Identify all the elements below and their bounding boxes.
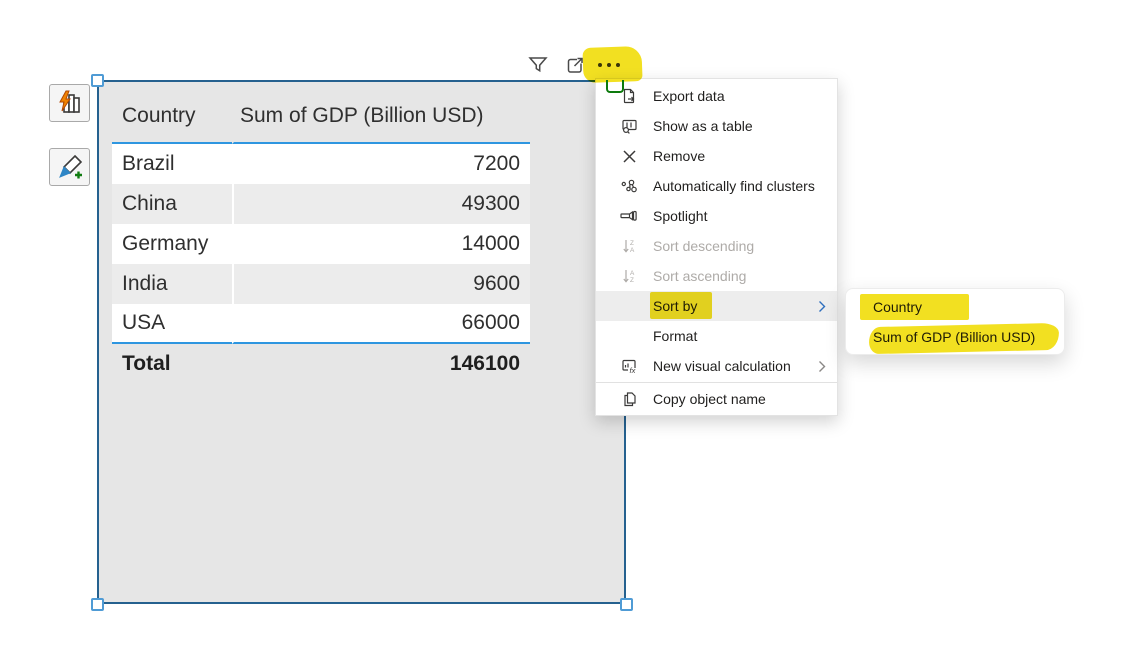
svg-text:Z: Z: [630, 277, 634, 284]
ellipsis-icon: [598, 63, 621, 68]
chevron-right-icon: [818, 360, 826, 373]
cell-value[interactable]: 9600: [232, 264, 530, 304]
submenu-item-gdp[interactable]: Sum of GDP (Billion USD): [846, 322, 1064, 352]
show-as-table-icon: [620, 118, 638, 134]
visual-options-menu: Export data Show as a table Remove: [595, 78, 838, 416]
focus-mode-button[interactable]: [562, 53, 586, 77]
green-focus-outline: [606, 80, 624, 93]
format-visual-button[interactable]: [49, 148, 90, 186]
menu-item-label: New visual calculation: [653, 358, 791, 374]
resize-handle-top-left[interactable]: [91, 74, 104, 87]
total-value: 146100: [232, 344, 530, 384]
more-options-button[interactable]: [594, 53, 624, 77]
menu-item-label: Spotlight: [653, 208, 707, 224]
svg-text:fx: fx: [629, 366, 635, 374]
table-total-row: Total 146100: [112, 344, 530, 384]
menu-item-sort-ascending: A Z Sort ascending: [596, 261, 837, 291]
table-header-row: Country Sum of GDP (Billion USD): [112, 90, 530, 144]
copy-icon: [620, 391, 638, 407]
cell-value[interactable]: 66000: [232, 304, 530, 344]
menu-item-label: Sort ascending: [653, 268, 746, 284]
menu-item-spotlight[interactable]: Spotlight: [596, 201, 837, 231]
column-header-country[interactable]: Country: [112, 90, 232, 144]
menu-item-find-clusters[interactable]: Automatically find clusters: [596, 171, 837, 201]
submenu-item-label: Country: [873, 299, 922, 315]
chevron-right-icon: [818, 300, 826, 313]
sort-ascending-icon: A Z: [620, 268, 638, 284]
table-row[interactable]: Brazil 7200: [112, 144, 530, 184]
menu-item-label: Export data: [653, 88, 725, 104]
table-row[interactable]: China 49300: [112, 184, 530, 224]
menu-item-show-as-table[interactable]: Show as a table: [596, 111, 837, 141]
submenu-item-country[interactable]: Country: [846, 292, 1064, 322]
focus-mode-icon: [564, 55, 585, 76]
paintbrush-add-icon: [56, 153, 84, 181]
column-header-gdp[interactable]: Sum of GDP (Billion USD): [232, 90, 530, 144]
menu-item-copy-object-name[interactable]: Copy object name: [596, 384, 837, 414]
resize-handle-bottom-right[interactable]: [620, 598, 633, 611]
sort-by-submenu: Country Sum of GDP (Billion USD): [845, 288, 1065, 355]
filter-funnel-icon: [527, 54, 549, 76]
menu-item-label: Remove: [653, 148, 705, 164]
menu-item-label: Sort by: [653, 298, 697, 314]
svg-text:Z: Z: [630, 240, 634, 247]
cell-country[interactable]: USA: [112, 304, 232, 344]
cell-value[interactable]: 49300: [232, 184, 530, 224]
menu-item-label: Show as a table: [653, 118, 753, 134]
filter-button[interactable]: [526, 53, 550, 77]
menu-separator: [596, 382, 837, 383]
visual-calculation-icon: fx: [620, 358, 638, 374]
cell-country[interactable]: India: [112, 264, 232, 304]
table-row[interactable]: Germany 14000: [112, 224, 530, 264]
menu-item-label: Format: [653, 328, 697, 344]
svg-text:A: A: [630, 247, 635, 254]
data-table: Country Sum of GDP (Billion USD) Brazil …: [112, 90, 530, 384]
menu-item-label: Sort descending: [653, 238, 754, 254]
table-row[interactable]: USA 66000: [112, 304, 530, 344]
menu-item-label: Automatically find clusters: [653, 178, 815, 194]
svg-text:A: A: [630, 270, 635, 277]
menu-item-remove[interactable]: Remove: [596, 141, 837, 171]
submenu-item-label: Sum of GDP (Billion USD): [873, 329, 1035, 345]
cell-country[interactable]: Brazil: [112, 144, 232, 184]
cell-country[interactable]: Germany: [112, 224, 232, 264]
clusters-icon: [620, 178, 638, 194]
menu-item-format[interactable]: Format: [596, 321, 837, 351]
menu-item-label: Copy object name: [653, 391, 766, 407]
remove-icon: [620, 149, 638, 164]
spotlight-icon: [620, 209, 638, 223]
cell-value[interactable]: 7200: [232, 144, 530, 184]
analyze-visual-button[interactable]: [49, 84, 90, 122]
menu-item-new-visual-calculation[interactable]: fx New visual calculation: [596, 351, 837, 381]
cell-value[interactable]: 14000: [232, 224, 530, 264]
total-label: Total: [112, 344, 232, 384]
analyze-lightning-chart-icon: [56, 89, 84, 117]
menu-item-sort-by[interactable]: Sort by: [596, 291, 837, 321]
menu-item-export-data[interactable]: Export data: [596, 81, 837, 111]
table-row[interactable]: India 9600: [112, 264, 530, 304]
resize-handle-bottom-left[interactable]: [91, 598, 104, 611]
menu-item-sort-descending: Z A Sort descending: [596, 231, 837, 261]
sort-descending-icon: Z A: [620, 238, 638, 254]
table-visual[interactable]: Country Sum of GDP (Billion USD) Brazil …: [97, 80, 626, 604]
report-canvas: Country Sum of GDP (Billion USD) Brazil …: [0, 0, 1127, 662]
cell-country[interactable]: China: [112, 184, 232, 224]
